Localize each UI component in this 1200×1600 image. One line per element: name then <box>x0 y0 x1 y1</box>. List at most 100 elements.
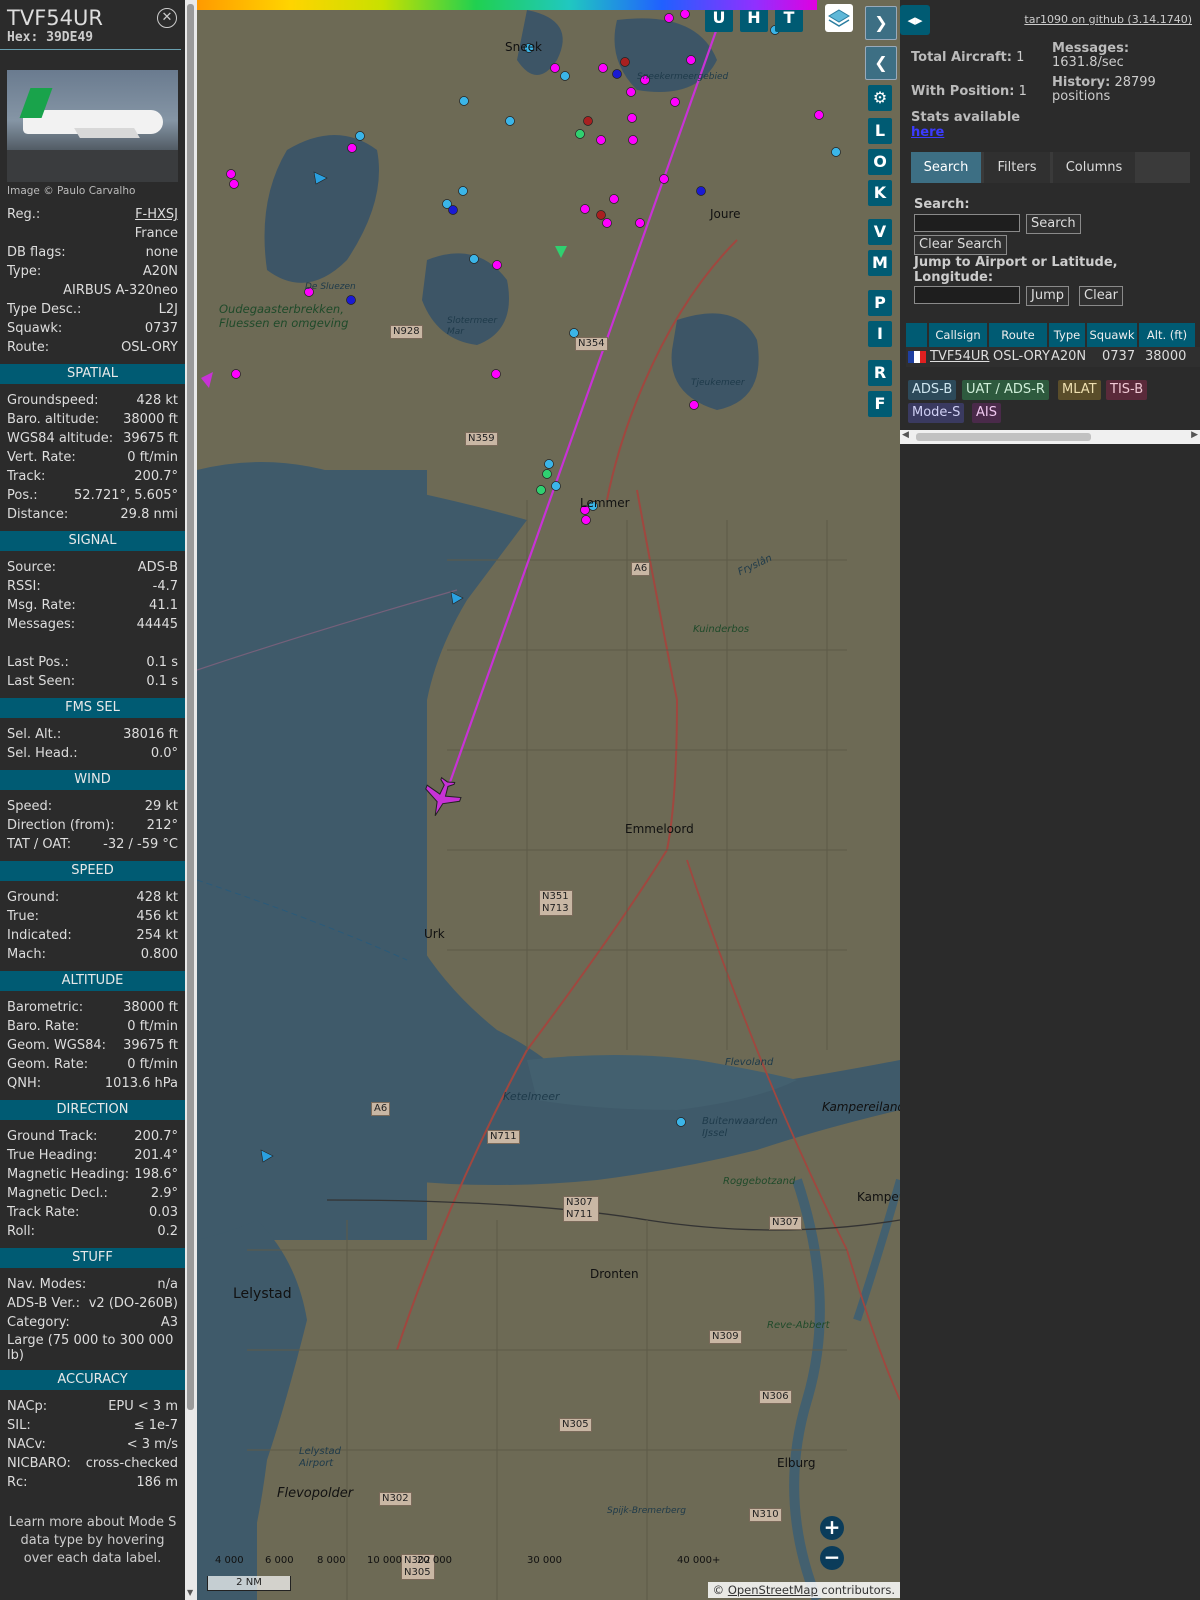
info-label[interactable]: Track: <box>7 467 45 486</box>
chevron-left-icon: ❮ <box>874 53 888 72</box>
info-value: n/a <box>157 1277 178 1292</box>
map-button-m[interactable]: M <box>868 250 892 276</box>
info-label[interactable]: Messages: <box>7 615 75 634</box>
info-label[interactable]: Track Rate: <box>7 1203 79 1222</box>
info-value: 0.800 <box>140 947 178 962</box>
prev-aircraft-button[interactable]: ❮ <box>865 46 897 80</box>
clear-search-button[interactable]: Clear Search <box>914 235 1007 255</box>
info-label[interactable]: Ground Track: <box>7 1127 97 1146</box>
jump-button[interactable]: Jump <box>1026 286 1069 306</box>
info-label[interactable]: Sel. Head.: <box>7 744 78 763</box>
info-label[interactable]: Last Pos.: <box>7 653 69 672</box>
horizontal-scroll-thumb[interactable] <box>916 433 1091 441</box>
map-button-o[interactable]: O <box>868 149 892 175</box>
osm-link[interactable]: OpenStreetMap <box>728 1583 818 1597</box>
stats-link[interactable]: here <box>911 125 944 140</box>
clear-button[interactable]: Clear <box>1079 286 1123 306</box>
info-label[interactable]: SIL: <box>7 1416 31 1435</box>
hex-value: 39DE49 <box>46 30 94 45</box>
info-label[interactable]: True: <box>7 907 39 926</box>
scroll-right-icon[interactable]: ▶ <box>1191 430 1198 440</box>
info-label[interactable]: Source: <box>7 558 56 577</box>
info-label[interactable]: Geom. Rate: <box>7 1055 88 1074</box>
info-row: Speed: 29 kt <box>0 797 185 816</box>
col-squawk[interactable]: Squawk <box>1087 323 1137 347</box>
info-label[interactable]: Ground: <box>7 888 59 907</box>
scroll-down-icon[interactable]: ▼ <box>187 1588 193 1597</box>
info-label[interactable]: Geom. WGS84: <box>7 1036 106 1055</box>
total-aircraft-stat: Total Aircraft: 1 <box>911 50 1024 65</box>
info-label[interactable]: Baro. altitude: <box>7 410 99 429</box>
row-callsign[interactable]: TVF54UR <box>930 347 989 367</box>
zoom-out-button[interactable]: − <box>820 1546 844 1570</box>
info-label[interactable]: Rc: <box>7 1473 28 1492</box>
search-button[interactable]: Search <box>1026 214 1081 234</box>
info-label[interactable]: Barometric: <box>7 998 83 1017</box>
map-button-v[interactable]: V <box>868 219 892 245</box>
zoom-in-button[interactable]: + <box>820 1516 844 1540</box>
next-aircraft-button[interactable]: ❯ <box>865 6 897 40</box>
search-input[interactable] <box>914 214 1020 232</box>
info-label[interactable]: Magnetic Heading: <box>7 1165 129 1184</box>
info-row: NICBARO: cross-checked <box>0 1454 185 1473</box>
github-link[interactable]: tar1090 on github (3.14.1740) <box>1024 13 1192 26</box>
info-value: 0.1 s <box>146 655 178 670</box>
col-callsign[interactable]: Callsign <box>929 323 987 347</box>
sidebar-scroll-thumb[interactable] <box>187 4 194 1410</box>
scroll-left-icon[interactable]: ◀ <box>902 430 909 440</box>
info-label[interactable]: Pos.: <box>7 486 38 505</box>
col-type[interactable]: Type <box>1049 323 1085 347</box>
map-view[interactable]: Sneek Joure Lemmer Emmeloord Urk Lelysta… <box>197 0 900 1600</box>
info-label[interactable]: Magnetic Decl.: <box>7 1184 108 1203</box>
road-label: N310 <box>749 1508 782 1522</box>
table-horizontal-scrollbar[interactable]: ◀ ▶ <box>900 430 1200 444</box>
jump-input[interactable] <box>914 286 1020 304</box>
layers-button[interactable] <box>825 4 853 32</box>
table-row[interactable]: TVF54UR OSL-ORY A20N 0737 38000 <box>906 347 1200 367</box>
info-label[interactable]: Msg. Rate: <box>7 596 76 615</box>
info-label[interactable]: True Heading: <box>7 1146 97 1165</box>
info-label[interactable]: Indicated: <box>7 926 72 945</box>
tab-search[interactable]: Search <box>911 152 981 183</box>
sidebar-scrollbar[interactable]: ▼ <box>185 0 197 1600</box>
registration-link[interactable]: F-HXSJ <box>135 205 178 224</box>
map-button-r[interactable]: R <box>868 360 892 386</box>
info-label[interactable]: RSSI: <box>7 577 41 596</box>
with-position-label: With Position: <box>911 84 1015 99</box>
col-altitude[interactable]: Alt. (ft) <box>1139 323 1195 347</box>
map-button-i[interactable]: I <box>868 321 892 347</box>
info-row: Geom. WGS84: 39675 ft <box>0 1036 185 1055</box>
info-label[interactable]: NACv: <box>7 1435 46 1454</box>
map-button-f[interactable]: F <box>868 391 892 417</box>
info-label[interactable]: Speed: <box>7 797 52 816</box>
tab-filters[interactable]: Filters <box>984 152 1050 183</box>
info-label[interactable]: Groundspeed: <box>7 391 98 410</box>
info-label[interactable]: Baro. Rate: <box>7 1017 79 1036</box>
close-icon[interactable]: ✕ <box>157 8 177 28</box>
info-label[interactable]: ADS-B Ver.: <box>7 1294 80 1313</box>
map-button-k[interactable]: K <box>868 180 892 206</box>
info-label[interactable]: NICBARO: <box>7 1454 71 1473</box>
info-label[interactable]: Direction (from): <box>7 816 115 835</box>
info-label[interactable]: Roll: <box>7 1222 35 1241</box>
info-label[interactable]: Vert. Rate: <box>7 448 76 467</box>
info-label[interactable]: Mach: <box>7 945 46 964</box>
settings-button[interactable]: ⚙ <box>868 85 892 111</box>
map-button-l[interactable]: L <box>868 118 892 144</box>
info-label[interactable]: Nav. Modes: <box>7 1275 86 1294</box>
info-label[interactable]: NACp: <box>7 1397 47 1416</box>
map-button-p[interactable]: P <box>868 290 892 316</box>
info-row: Sel. Head.: 0.0° <box>0 744 185 763</box>
colorbar-tick-label: 30 000 <box>527 1555 562 1566</box>
info-label[interactable]: Distance: <box>7 505 68 524</box>
info-label[interactable]: TAT / OAT: <box>7 835 71 854</box>
info-label[interactable]: Sel. Alt.: <box>7 725 61 744</box>
info-label[interactable]: Last Seen: <box>7 672 75 691</box>
col-route[interactable]: Route <box>989 323 1047 347</box>
tab-columns[interactable]: Columns <box>1053 152 1135 183</box>
aircraft-photo[interactable] <box>7 70 178 182</box>
toggle-sidebar-button[interactable]: ◂▸ <box>900 5 930 35</box>
info-label[interactable]: Category: <box>7 1313 70 1332</box>
info-label[interactable]: QNH: <box>7 1074 41 1093</box>
info-label[interactable]: WGS84 altitude: <box>7 429 113 448</box>
